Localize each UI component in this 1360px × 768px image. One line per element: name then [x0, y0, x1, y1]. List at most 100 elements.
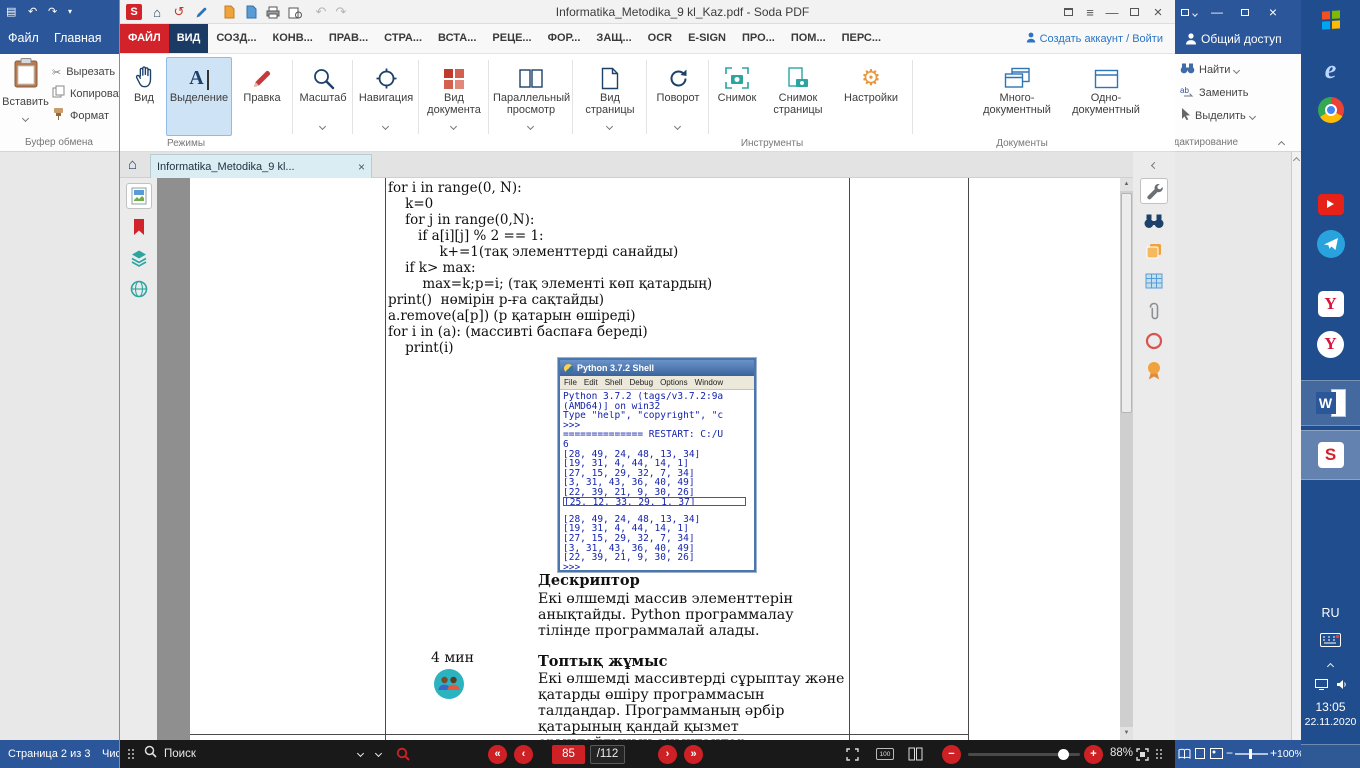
table-panel-icon[interactable]: [1140, 268, 1168, 294]
format-painter-button[interactable]: Формат: [52, 108, 109, 124]
touch-keyboard-icon[interactable]: [1301, 628, 1360, 652]
view-tool-button[interactable]: Вид: [124, 57, 164, 136]
edit-tool-button[interactable]: Правка: [234, 57, 290, 136]
first-page-button[interactable]: «: [488, 740, 507, 768]
fullscreen-icon[interactable]: [846, 748, 859, 766]
file-orange-icon[interactable]: [220, 3, 238, 21]
ribbon-tab[interactable]: ПОМ...: [783, 24, 834, 53]
bookmarks-panel-icon[interactable]: [126, 214, 152, 240]
zoom-100-icon[interactable]: 100: [876, 748, 894, 760]
network-icon[interactable]: [1315, 677, 1328, 695]
ribbon-tab[interactable]: ПЕРС...: [834, 24, 889, 53]
zoom-out-button[interactable]: −: [942, 740, 961, 768]
web-layout-icon[interactable]: [1210, 748, 1223, 762]
taskbar-word-icon[interactable]: W: [1301, 380, 1360, 426]
show-desktop-button[interactable]: [1301, 744, 1360, 768]
ribbon-tab[interactable]: ФАЙЛ: [120, 24, 169, 53]
redo-disabled-icon[interactable]: ↷: [332, 3, 350, 21]
search-go-icon[interactable]: [396, 747, 410, 766]
zoom-slider-thumb[interactable]: [1058, 749, 1069, 760]
copy-button[interactable]: Копировать: [52, 86, 120, 102]
ribbon-tab[interactable]: ВСТА...: [430, 24, 484, 53]
ribbon-tab[interactable]: ПРАВ...: [321, 24, 376, 53]
current-page-input[interactable]: 85: [552, 740, 585, 768]
word-scrollbar[interactable]: [1291, 152, 1301, 740]
edit-pencil-icon[interactable]: [192, 3, 210, 21]
close-window-icon[interactable]: ×: [1147, 2, 1169, 22]
document-viewport[interactable]: for i in range(0, N): k=0 for j in range…: [157, 178, 1120, 740]
scroll-down-icon[interactable]: ▼: [1120, 727, 1133, 740]
ribbon-display-options-icon[interactable]: [1177, 3, 1201, 21]
word-count-indicator[interactable]: Число слов: [102, 748, 119, 760]
attachments-panel-icon[interactable]: [1140, 298, 1168, 324]
show-hidden-icons-chevron[interactable]: [1301, 656, 1360, 676]
ribbon-tab[interactable]: E-SIGN: [680, 24, 734, 53]
replace-button[interactable]: ab Заменить: [1180, 85, 1248, 101]
toolbar-grip-icon[interactable]: [128, 749, 130, 751]
taskbar-youtube-icon[interactable]: [1301, 186, 1360, 222]
panel-collapse-icon[interactable]: [1133, 156, 1175, 174]
menu-icon[interactable]: ≡: [1079, 2, 1101, 22]
next-page-button[interactable]: ›: [658, 740, 677, 768]
find-dropdown-icon[interactable]: [1233, 66, 1240, 73]
minimize-window-icon[interactable]: —: [1101, 2, 1123, 22]
taskbar-yandex-icon[interactable]: Y: [1301, 286, 1360, 322]
word-tab-home[interactable]: Главная: [54, 31, 102, 45]
ribbon-tab[interactable]: OCR: [640, 24, 680, 53]
start-button[interactable]: [1301, 2, 1360, 38]
word-minimize-icon[interactable]: —: [1205, 3, 1229, 21]
layers-panel-icon[interactable]: [126, 245, 152, 271]
taskbar-sodapdf-icon[interactable]: S: [1301, 430, 1360, 480]
ribbon-tab[interactable]: СТРА...: [376, 24, 430, 53]
word-restore-icon[interactable]: [1233, 3, 1257, 21]
print-preview-icon[interactable]: [286, 3, 304, 21]
paste-dropdown-icon[interactable]: [22, 115, 29, 122]
word-zoom-percentage[interactable]: 100%: [1277, 748, 1301, 760]
undo-disabled-icon[interactable]: ↶: [312, 3, 330, 21]
qat-customize-icon[interactable]: ▾: [68, 4, 72, 20]
single-document-button[interactable]: Одно-документный: [1064, 57, 1148, 136]
home-tab-icon[interactable]: ⌂: [128, 156, 137, 173]
language-indicator[interactable]: RU: [1301, 606, 1360, 620]
word-close-icon[interactable]: ×: [1261, 3, 1285, 21]
cut-button[interactable]: ✂ Вырезать: [52, 64, 115, 80]
find-button[interactable]: Найти: [1180, 62, 1239, 78]
word-zoom-in-icon[interactable]: +: [1270, 746, 1277, 760]
select-dropdown-icon[interactable]: [1249, 112, 1256, 119]
thumbnails-panel-icon[interactable]: [126, 183, 152, 209]
redo-icon[interactable]: ↷: [48, 4, 57, 20]
settings-button[interactable]: ⚙ Настройки: [836, 57, 906, 136]
word-tab-file[interactable]: Файл: [8, 31, 39, 45]
record-panel-icon[interactable]: [1140, 328, 1168, 354]
save-icon[interactable]: ▤: [6, 4, 16, 20]
home-icon[interactable]: ⌂: [148, 3, 166, 21]
maximize-window-icon[interactable]: [1123, 2, 1145, 22]
search-mode-dropdown-icon[interactable]: [375, 750, 382, 757]
word-page-indicator[interactable]: Страница 2 из 3: [8, 748, 90, 760]
close-tab-icon[interactable]: ×: [358, 160, 365, 174]
document-scrollbar[interactable]: ▲ ▼: [1120, 178, 1133, 740]
zoom-percentage[interactable]: 88%: [1110, 747, 1133, 759]
ribbon-tab[interactable]: ВИД: [169, 24, 209, 53]
ribbon-tab[interactable]: ФОР...: [540, 24, 589, 53]
ribbon-tab[interactable]: КОНВ...: [265, 24, 321, 53]
select-button[interactable]: Выделить: [1180, 108, 1255, 124]
word-zoom-out-icon[interactable]: −: [1226, 746, 1233, 760]
ribbon-tab[interactable]: ПРО...: [734, 24, 783, 53]
zoom-in-button[interactable]: +: [1084, 740, 1103, 768]
snapshot-button[interactable]: Снимок: [712, 57, 762, 136]
search-panel-icon[interactable]: [1140, 208, 1168, 234]
ribbon-tab[interactable]: РЕЦЕ...: [484, 24, 539, 53]
taskbar-yandex-browser-icon[interactable]: Y: [1301, 326, 1360, 362]
toolbar-grip-icon[interactable]: [1156, 749, 1158, 751]
document-tab[interactable]: Informatika_Metodika_9 kl... ×: [150, 154, 372, 178]
dock-window-icon[interactable]: [1057, 2, 1079, 22]
page-snapshot-button[interactable]: Снимок страницы: [766, 57, 830, 136]
clock-date[interactable]: 22.11.2020: [1301, 716, 1360, 728]
scrollbar-thumb[interactable]: [1121, 193, 1132, 413]
taskbar-chrome-icon[interactable]: [1301, 92, 1360, 128]
ribbon-tab[interactable]: СОЗД...: [208, 24, 264, 53]
page-layout-icon[interactable]: [908, 747, 923, 766]
print-icon[interactable]: [264, 3, 282, 21]
last-page-button[interactable]: »: [684, 740, 703, 768]
